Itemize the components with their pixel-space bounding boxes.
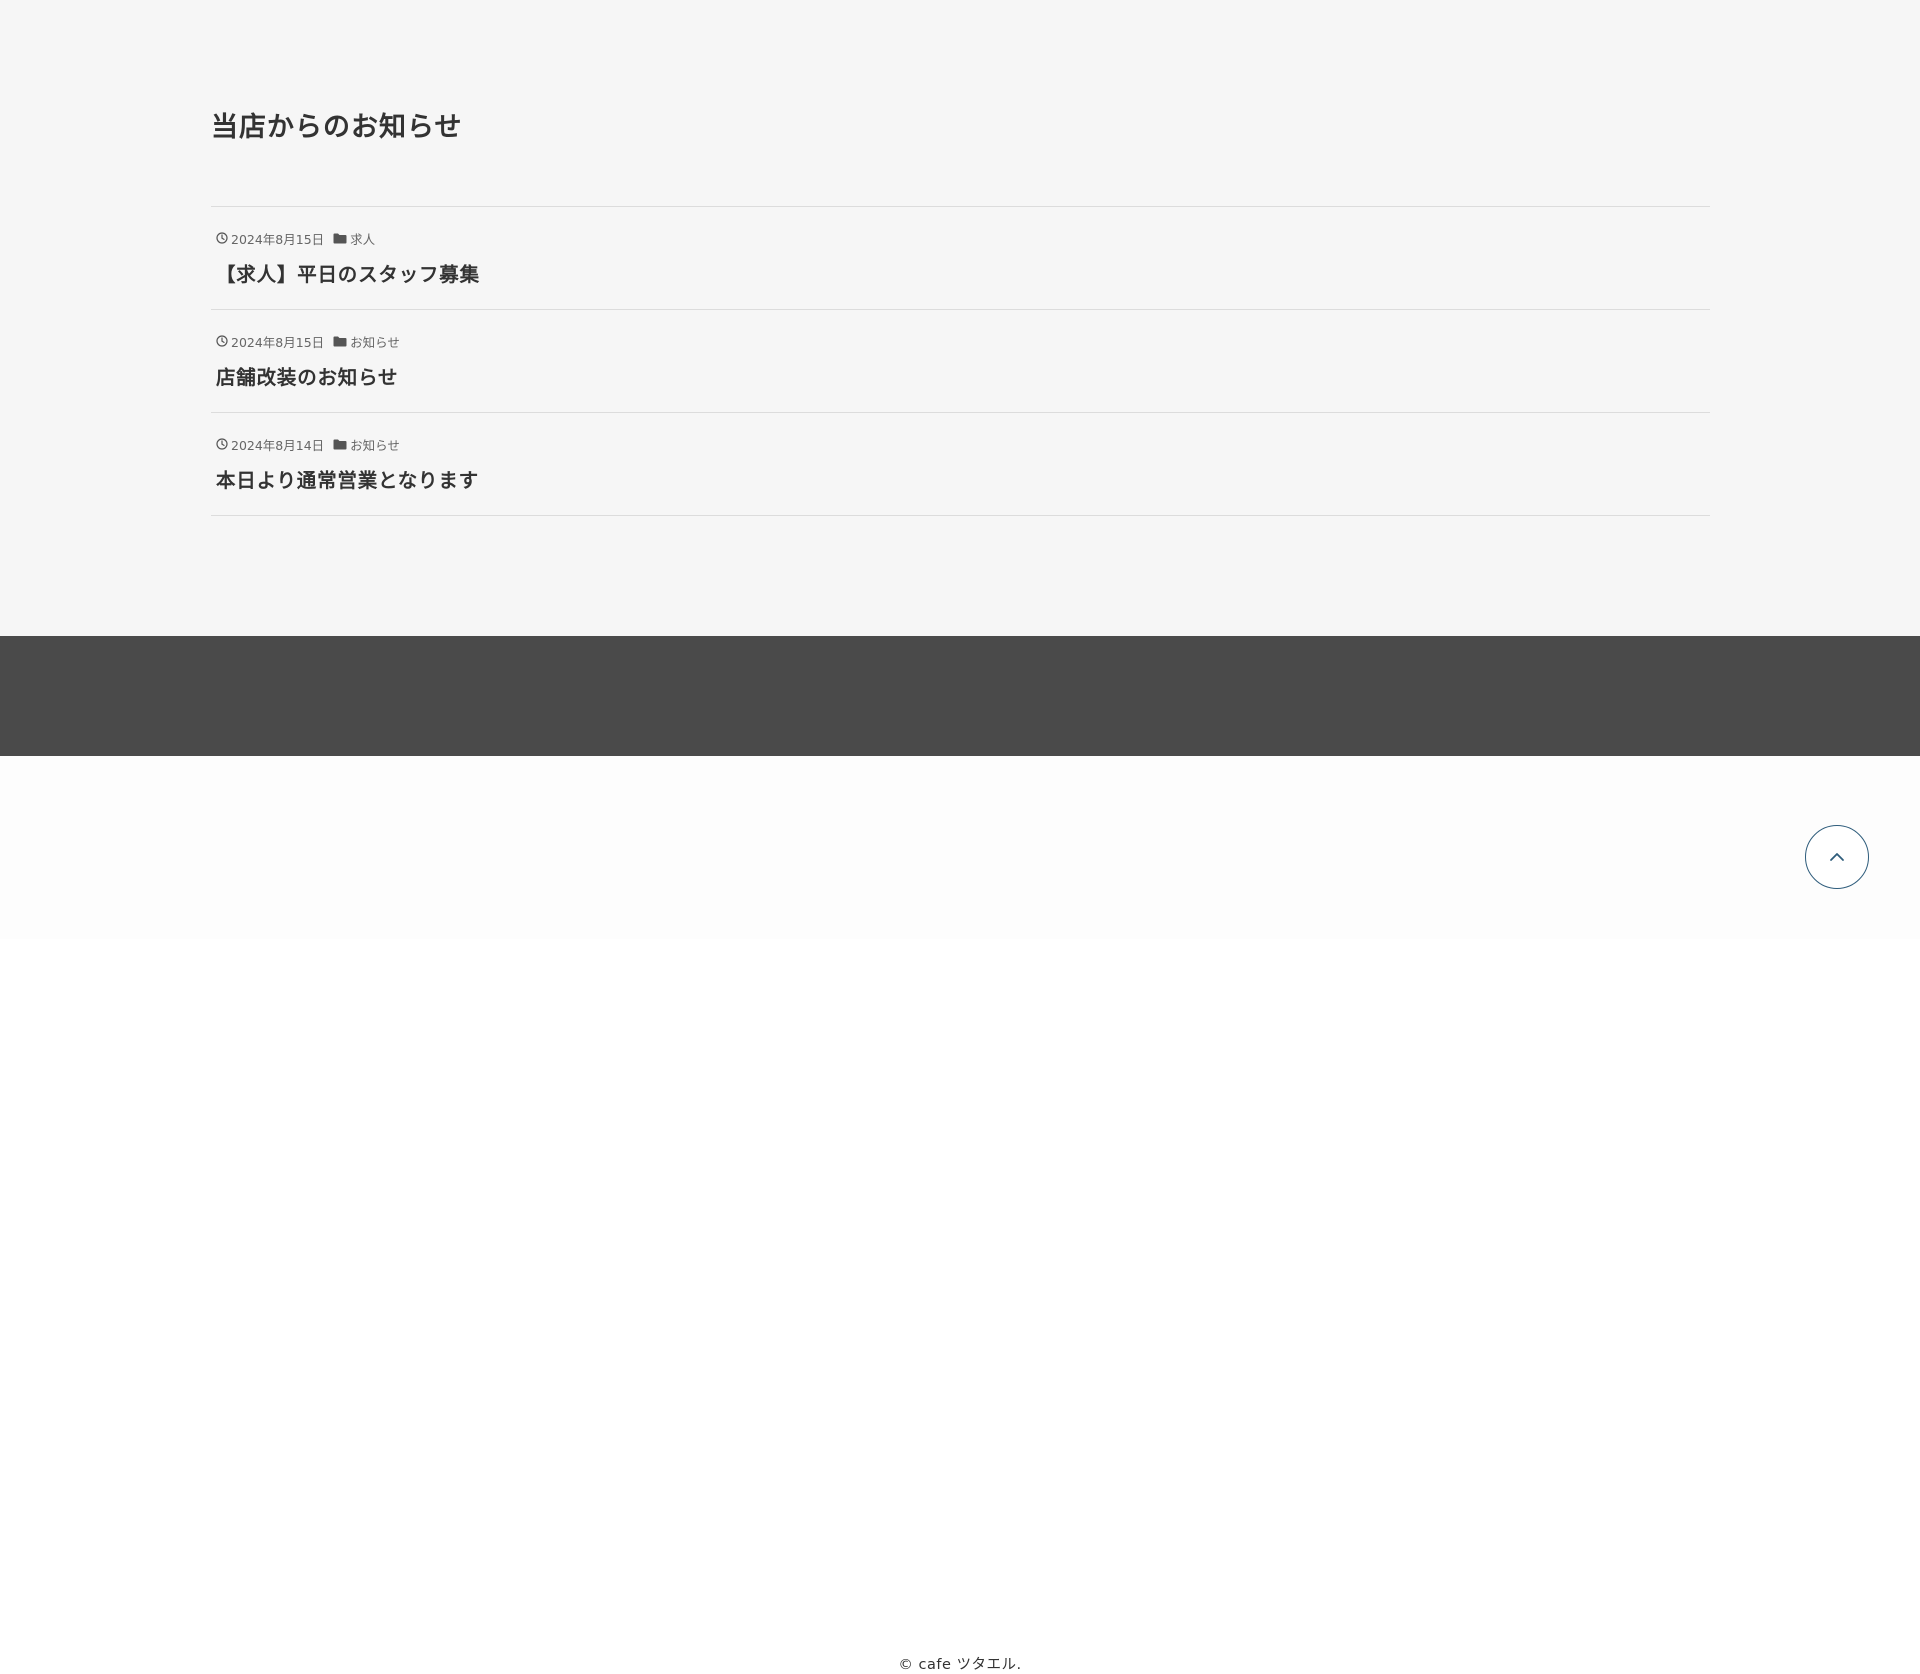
news-section-title: 当店からのお知らせ [211,112,463,143]
news-date: 2024年8月14日 [231,437,325,453]
news-title-link[interactable]: 店舗改装のお知らせ [216,361,398,390]
news-item[interactable]: 2024年8月14日 お知らせ 本日より通常営業となります [211,413,1710,516]
clock-icon [216,335,228,347]
news-section: 当店からのお知らせ 2024年8月15日 求人 【求人】平日のスタッフ募集 20… [0,0,1920,636]
news-title-link[interactable]: 【求人】平日のスタッフ募集 [216,258,480,287]
folder-icon [333,336,347,347]
clock-icon [216,232,228,244]
news-category-link[interactable]: お知らせ [350,332,400,351]
back-to-top-button[interactable] [1805,825,1869,889]
news-date: 2024年8月15日 [231,334,325,350]
news-date: 2024年8月15日 [231,231,325,247]
news-meta: 2024年8月15日 お知らせ [216,332,400,351]
footer: © cafe ツタエル. [0,756,1920,1673]
folder-icon [333,439,347,450]
folder-icon [333,233,347,244]
news-item[interactable]: 2024年8月15日 求人 【求人】平日のスタッフ募集 [211,207,1710,310]
chevron-up-icon [1829,852,1845,862]
copyright-text: © cafe ツタエル. [898,1657,1022,1673]
news-meta: 2024年8月14日 お知らせ [216,435,400,454]
news-title-link[interactable]: 本日より通常営業となります [216,464,479,493]
news-meta: 2024年8月15日 求人 [216,229,375,248]
news-list: 2024年8月15日 求人 【求人】平日のスタッフ募集 2024年8月15日 お… [211,206,1710,516]
news-item[interactable]: 2024年8月15日 お知らせ 店舗改装のお知らせ [211,310,1710,413]
news-category-link[interactable]: お知らせ [350,435,400,454]
clock-icon [216,438,228,450]
dark-footer-band [0,636,1920,756]
news-category-link[interactable]: 求人 [350,229,375,248]
